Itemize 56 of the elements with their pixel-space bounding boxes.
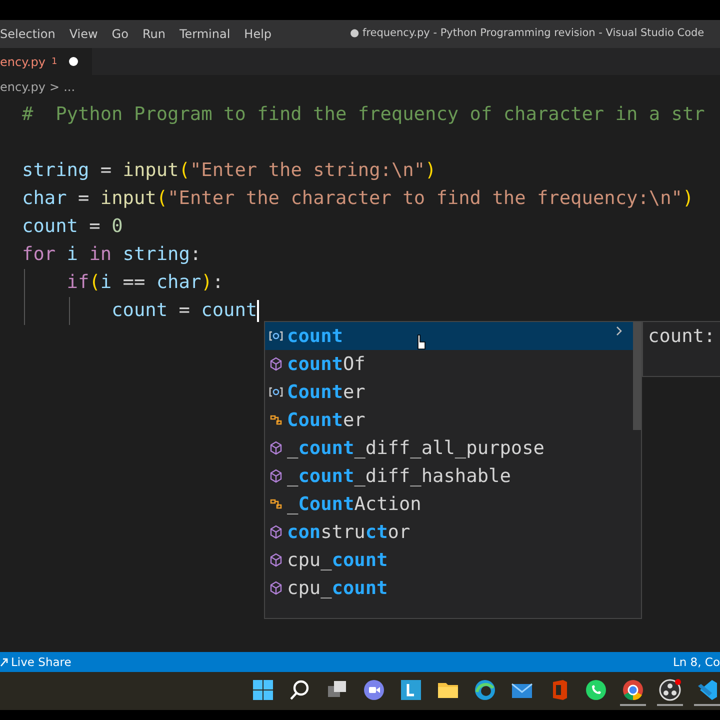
letter-l-icon[interactable]: [399, 678, 423, 702]
code-line: count = 0: [22, 216, 123, 237]
class-icon: [269, 413, 283, 427]
menu-item[interactable]: Selection: [0, 27, 64, 41]
code-line: for i in string:: [22, 244, 202, 265]
chevron-icon: [615, 326, 623, 336]
editor-tab[interactable]: ency.py 1: [0, 48, 92, 75]
pointer-icon: [415, 334, 427, 350]
windows-icon[interactable]: [251, 678, 275, 702]
suggestion-item[interactable]: Counter: [265, 378, 633, 406]
suggestion-item[interactable]: cpu_count: [265, 546, 633, 574]
suggestion-item[interactable]: countOf: [265, 350, 633, 378]
scrollbar[interactable]: [633, 322, 641, 430]
share-icon: [0, 657, 8, 667]
cube-icon: [269, 357, 283, 371]
suggestion-item[interactable]: _CountAction: [265, 490, 633, 518]
suggestion-item[interactable]: Counter: [265, 406, 633, 434]
live-share-button[interactable]: Live Share: [0, 655, 72, 669]
suggestion-item[interactable]: _count_diff_hashable: [265, 462, 633, 490]
cube-icon: [269, 581, 283, 595]
video-chat-icon[interactable]: [362, 678, 386, 702]
cube-icon: [269, 525, 283, 539]
chrome-icon[interactable]: [621, 678, 645, 702]
code-line: count = count: [110, 300, 258, 321]
detail-text: count:: [648, 326, 716, 347]
class-icon: [269, 497, 283, 511]
suggestion-item[interactable]: constructor: [265, 518, 633, 546]
cube-icon: [269, 441, 283, 455]
window-title: ● frequency.py - Python Programming revision - Visual Studio Code: [350, 27, 704, 39]
tab-label: ency.py: [0, 54, 46, 68]
code-line: string = input("Enter the string:\n"): [22, 160, 436, 181]
menu-item[interactable]: Go: [106, 27, 136, 41]
breadcrumb-item[interactable]: ...: [64, 80, 76, 94]
breadcrumb-separator: >: [50, 80, 60, 94]
menu-item[interactable]: View: [63, 27, 106, 41]
suggestion-item[interactable]: cpu_count: [265, 574, 633, 602]
menu-item[interactable]: Terminal: [173, 27, 238, 41]
chat-bubble-icon[interactable]: [584, 678, 608, 702]
breadcrumb-item[interactable]: ency.py: [0, 80, 46, 94]
recorder-icon[interactable]: [658, 678, 682, 702]
suggestion-item[interactable]: _count_diff_all_purpose: [265, 434, 633, 462]
suggestion-item[interactable]: count: [265, 322, 633, 350]
menu-item[interactable]: Help: [238, 27, 280, 41]
taskbar-button[interactable]: [657, 676, 683, 706]
text-cursor: [257, 300, 260, 322]
code-line: if(i == char):: [66, 272, 224, 293]
code-line: # Python Program to find the frequency of character in a str: [22, 104, 705, 125]
cursor-position[interactable]: Ln 8, Co: [672, 655, 720, 669]
cube-icon: [269, 553, 283, 567]
cube-icon: [269, 469, 283, 483]
code-line: char = input("Enter the character to find the frequency:\n"): [22, 188, 694, 209]
browser-icon[interactable]: [473, 678, 497, 702]
menu-item[interactable]: Run: [136, 27, 174, 41]
problem-count: 1: [52, 56, 58, 66]
variable-icon: [269, 386, 283, 398]
variable-icon: [269, 330, 283, 342]
